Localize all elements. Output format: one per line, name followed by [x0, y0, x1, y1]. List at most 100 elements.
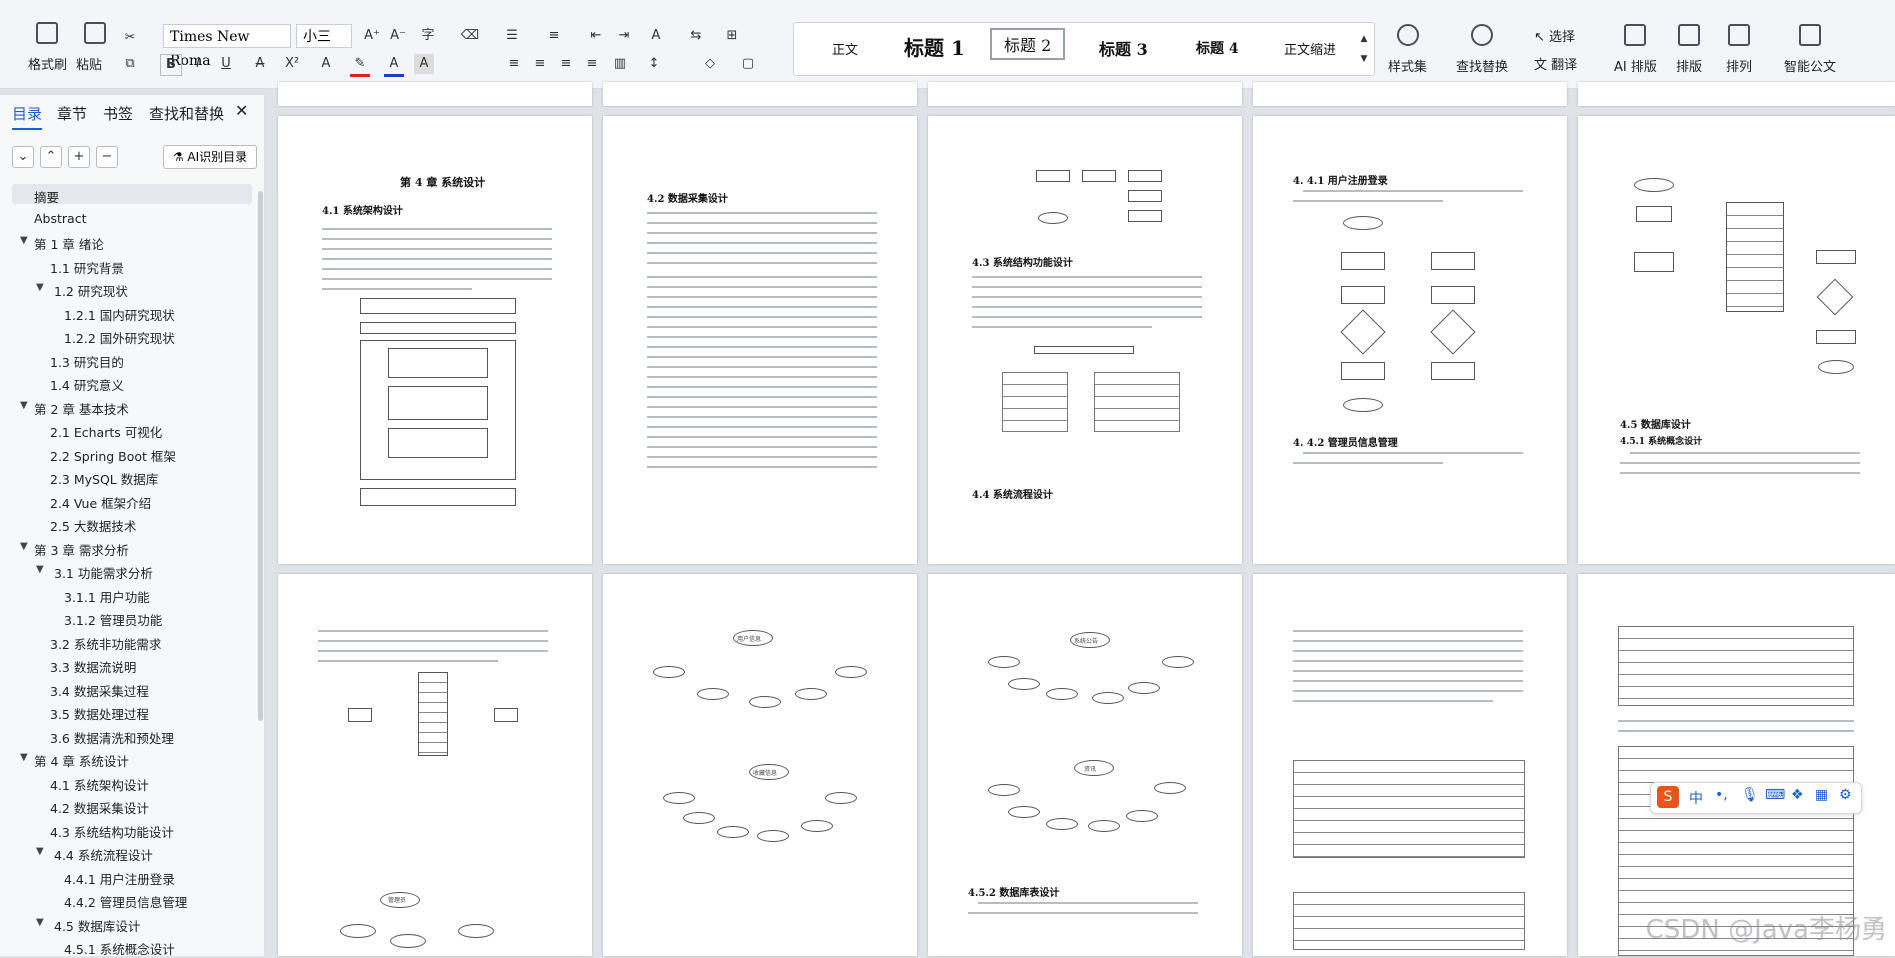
add-heading-icon[interactable]: + — [68, 146, 90, 168]
style-heading2[interactable]: 标题 2 — [990, 28, 1066, 60]
ime-toolbar[interactable]: S 中 •, 🎙 ⌨ ❖ ▦ ⚙ — [1650, 782, 1862, 814]
line-spacing-icon[interactable]: ↕ — [644, 54, 664, 74]
shrink-font-icon[interactable]: A⁻ — [388, 26, 408, 46]
bullet-list-icon[interactable]: ☰ — [502, 26, 522, 46]
highlight-color-icon[interactable]: ✎ — [350, 54, 370, 77]
toc-item[interactable]: 4.5 数据库设计 — [54, 916, 140, 935]
toc-item[interactable]: 2.4 Vue 框架介绍 — [50, 493, 151, 512]
font-name-select[interactable]: Times New Roma — [163, 24, 291, 69]
style-normal[interactable]: 正文 — [832, 39, 858, 58]
char-scale-icon[interactable]: A — [646, 26, 666, 46]
border-icon[interactable]: ▢ — [738, 54, 758, 74]
tab-toc[interactable]: 目录 — [12, 103, 43, 130]
arrange-button[interactable]: 排列 — [1726, 24, 1752, 75]
toc-item[interactable]: 第 2 章 基本技术 — [34, 399, 129, 418]
shading-icon[interactable]: ◇ — [700, 54, 720, 74]
superscript-button[interactable]: X² — [282, 54, 302, 74]
toc-item[interactable]: 3.1.1 用户功能 — [64, 587, 150, 606]
strikethrough-button[interactable]: A — [250, 54, 270, 74]
toc-item[interactable]: 3.4 数据采集过程 — [50, 681, 149, 700]
style-indent[interactable]: 正文缩进 — [1284, 39, 1336, 58]
justify-icon[interactable]: ≡ — [582, 54, 602, 74]
toc-item[interactable]: 2.1 Echarts 可视化 — [50, 422, 162, 441]
toc-item[interactable]: Abstract — [34, 211, 86, 226]
select-button[interactable]: ↖ 选择 — [1534, 26, 1575, 45]
copy-icon[interactable]: ⧉ — [120, 54, 140, 74]
expand-triangle-icon[interactable]: ▼ — [20, 400, 28, 411]
font-color-icon[interactable]: A — [384, 54, 404, 77]
grow-font-icon[interactable]: A⁺ — [362, 26, 382, 46]
toc-item[interactable]: 4.1 系统架构设计 — [50, 775, 149, 794]
ai-toc-button[interactable]: ⚗ AI识别目录 — [163, 145, 257, 169]
style-heading4[interactable]: 标题 4 — [1196, 38, 1239, 58]
font-size-select[interactable]: 小三 — [296, 24, 352, 48]
microphone-icon[interactable]: 🎙 — [1741, 787, 1759, 803]
toc-item[interactable]: 2.5 大数据技术 — [50, 516, 136, 535]
gallery-down-icon[interactable]: ▼ — [1354, 49, 1374, 69]
align-right-icon[interactable]: ≡ — [556, 54, 576, 74]
expand-triangle-icon[interactable]: ▼ — [20, 752, 28, 763]
phonetic-icon[interactable]: 字 — [418, 26, 438, 46]
keyboard-icon[interactable]: ⌨ — [1765, 787, 1785, 803]
settings-icon[interactable]: ⚙ — [1839, 787, 1852, 803]
expand-triangle-icon[interactable]: ▼ — [20, 541, 28, 552]
numbered-list-icon[interactable]: ≡ — [544, 26, 564, 46]
toc-item[interactable]: 4.5.1 系统概念设计 — [64, 939, 175, 958]
toc-item[interactable]: 3.5 数据处理过程 — [50, 704, 149, 723]
toolbox-icon[interactable]: ▦ — [1815, 787, 1828, 803]
decrease-indent-icon[interactable]: ⇤ — [586, 26, 606, 46]
style-set-button[interactable]: 样式集 — [1388, 24, 1427, 75]
expand-triangle-icon[interactable]: ▼ — [36, 917, 44, 928]
find-replace-button[interactable]: 查找替换 — [1456, 24, 1508, 75]
italic-button[interactable]: I — [188, 54, 208, 74]
align-left-icon[interactable]: ≡ — [504, 54, 524, 74]
increase-indent-icon[interactable]: ⇥ — [614, 26, 634, 46]
toc-item[interactable]: 4.4.2 管理员信息管理 — [64, 892, 187, 911]
skin-icon[interactable]: ❖ — [1791, 787, 1804, 803]
toc-item[interactable]: 3.1 功能需求分析 — [54, 563, 153, 582]
align-center-icon[interactable]: ≡ — [530, 54, 550, 74]
bold-button[interactable]: B — [160, 54, 182, 76]
toc-item[interactable]: 4.4.1 用户注册登录 — [64, 869, 175, 888]
expand-triangle-icon[interactable]: ▼ — [36, 282, 44, 293]
underline-button[interactable]: U — [216, 54, 236, 74]
toc-item[interactable]: 1.2.2 国外研究现状 — [64, 328, 175, 347]
collapse-all-icon[interactable]: ⌄ — [12, 146, 34, 168]
distributed-icon[interactable]: ▥ — [610, 54, 630, 74]
cut-icon[interactable]: ✂ — [120, 28, 140, 48]
format-painter-button[interactable]: 格式刷 — [28, 22, 67, 73]
toc-item[interactable]: 1.3 研究目的 — [50, 352, 124, 371]
toc-item[interactable]: 摘要 — [34, 187, 59, 206]
tab-stop-icon[interactable]: ⊞ — [722, 26, 742, 46]
ime-mode-label[interactable]: 中 — [1689, 788, 1703, 808]
toc-item[interactable]: 1.4 研究意义 — [50, 375, 124, 394]
char-shading-icon[interactable]: A — [414, 54, 434, 74]
clear-format-icon[interactable]: ⌫ — [460, 26, 480, 46]
toc-item[interactable]: 第 3 章 需求分析 — [34, 540, 129, 559]
tab-find-replace[interactable]: 查找和替换 — [149, 103, 224, 124]
toc-item[interactable]: 3.1.2 管理员功能 — [64, 610, 162, 629]
ai-layout-button[interactable]: AI 排版 — [1614, 24, 1657, 75]
toc-item[interactable]: 3.2 系统非功能需求 — [50, 634, 161, 653]
text-effect-icon[interactable]: A — [316, 54, 336, 74]
ime-punct-icon[interactable]: •, — [1715, 787, 1728, 803]
layout-button[interactable]: 排版 — [1676, 24, 1702, 75]
smart-doc-button[interactable]: 智能公文 — [1784, 24, 1836, 75]
remove-heading-icon[interactable]: − — [96, 146, 118, 168]
tab-chapters[interactable]: 章节 — [57, 103, 87, 124]
toc-item[interactable]: 4.3 系统结构功能设计 — [50, 822, 174, 841]
tab-bookmarks[interactable]: 书签 — [103, 103, 133, 124]
toc-item[interactable]: 3.6 数据清洗和预处理 — [50, 728, 174, 747]
translate-button[interactable]: 文 翻译 — [1534, 54, 1577, 73]
toc-item[interactable]: 1.2.1 国内研究现状 — [64, 305, 175, 324]
toc-item[interactable]: 2.3 MySQL 数据库 — [50, 469, 158, 488]
expand-up-icon[interactable]: ⌃ — [40, 146, 62, 168]
gallery-up-icon[interactable]: ▲ — [1354, 29, 1374, 49]
toc-item[interactable]: 3.3 数据流说明 — [50, 657, 136, 676]
toc-item[interactable]: 2.2 Spring Boot 框架 — [50, 446, 176, 465]
expand-triangle-icon[interactable]: ▼ — [36, 846, 44, 857]
toc-scrollbar[interactable] — [258, 191, 263, 721]
style-heading3[interactable]: 标题 3 — [1099, 36, 1148, 60]
close-pane-icon[interactable]: ✕ — [235, 101, 248, 120]
expand-triangle-icon[interactable]: ▼ — [20, 235, 28, 246]
